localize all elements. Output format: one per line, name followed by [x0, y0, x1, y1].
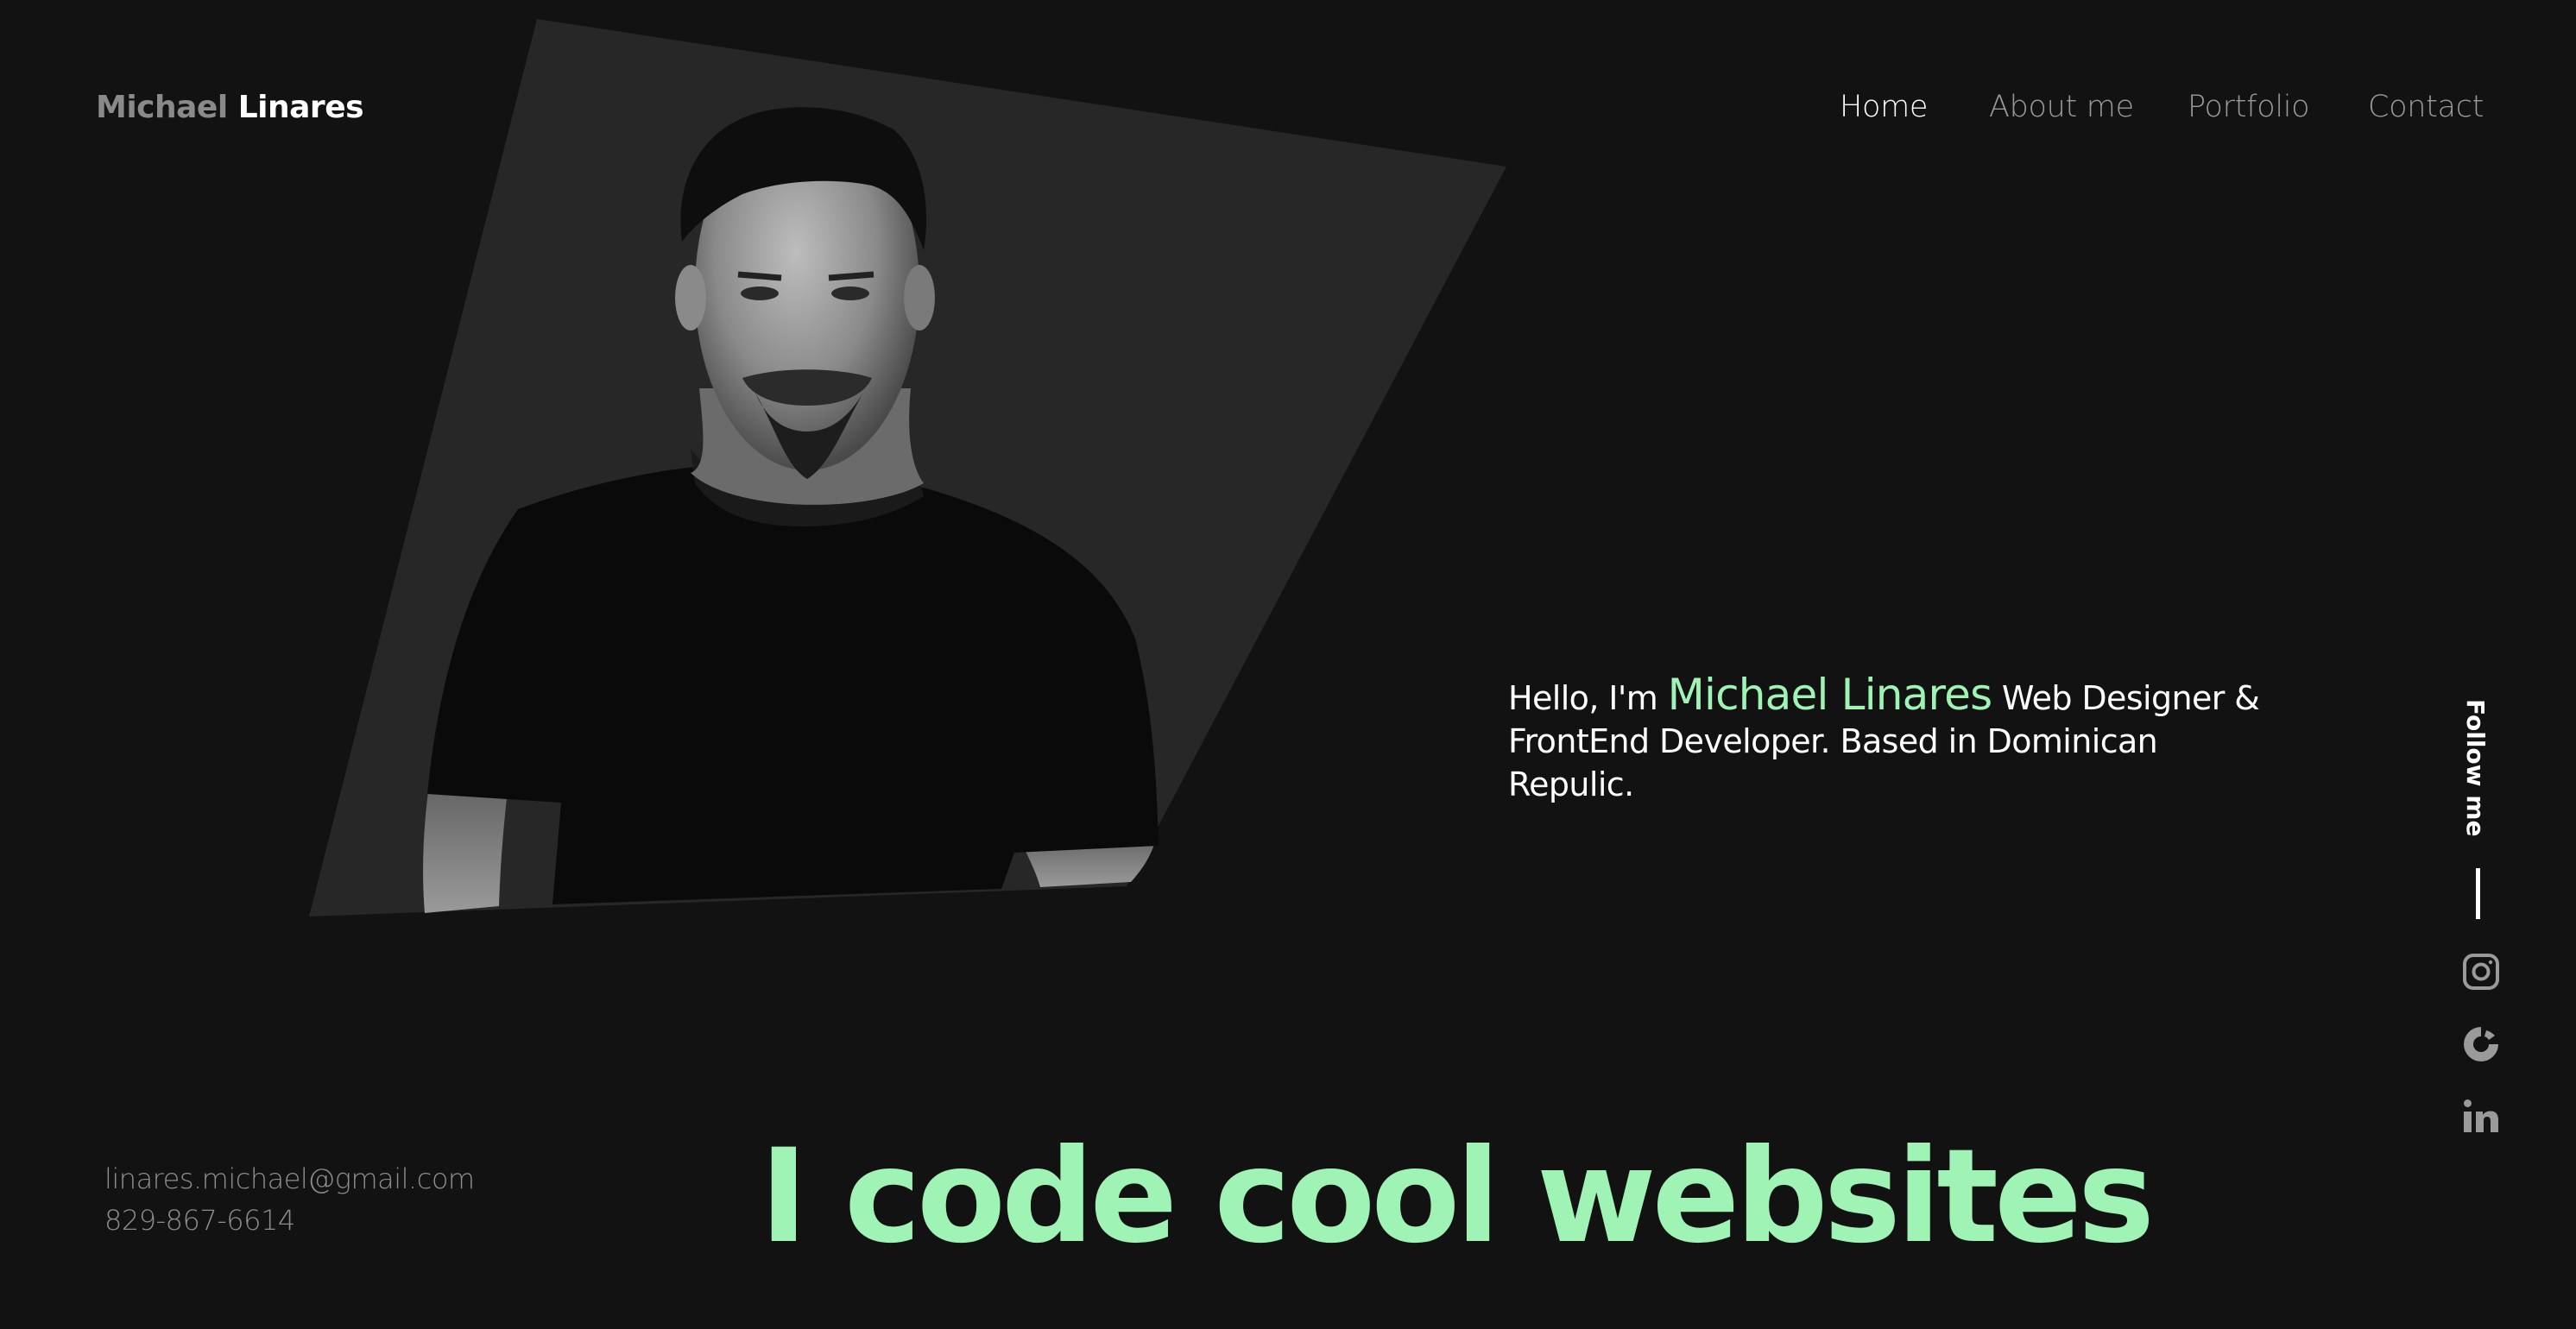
- instagram-icon[interactable]: [2460, 951, 2502, 992]
- follow-divider: [2476, 868, 2480, 919]
- contact-phone[interactable]: 829-867-6614: [104, 1200, 475, 1241]
- intro-role: Web Designer &: [2001, 679, 2260, 717]
- follow-me-text: Follow me: [2461, 699, 2490, 837]
- codepen-icon[interactable]: [2460, 1024, 2502, 1065]
- intro-prefix: Hello, I'm: [1508, 679, 1658, 717]
- contact-info: linares.michael@gmail.com 829-867-6614: [104, 1158, 475, 1241]
- hero-tagline: I code cool websites: [760, 1122, 2155, 1272]
- intro-name: Michael Linares: [1667, 670, 1993, 720]
- follow-me-label: Follow me: [2459, 699, 2497, 837]
- linkedin-icon[interactable]: [2460, 1094, 2502, 1136]
- intro-location: FrontEnd Developer. Based in Dominican R…: [1508, 722, 2158, 803]
- contact-email[interactable]: linares.michael@gmail.com: [104, 1158, 475, 1200]
- intro-text: Hello, I'm Michael Linares Web Designer …: [1508, 673, 2285, 806]
